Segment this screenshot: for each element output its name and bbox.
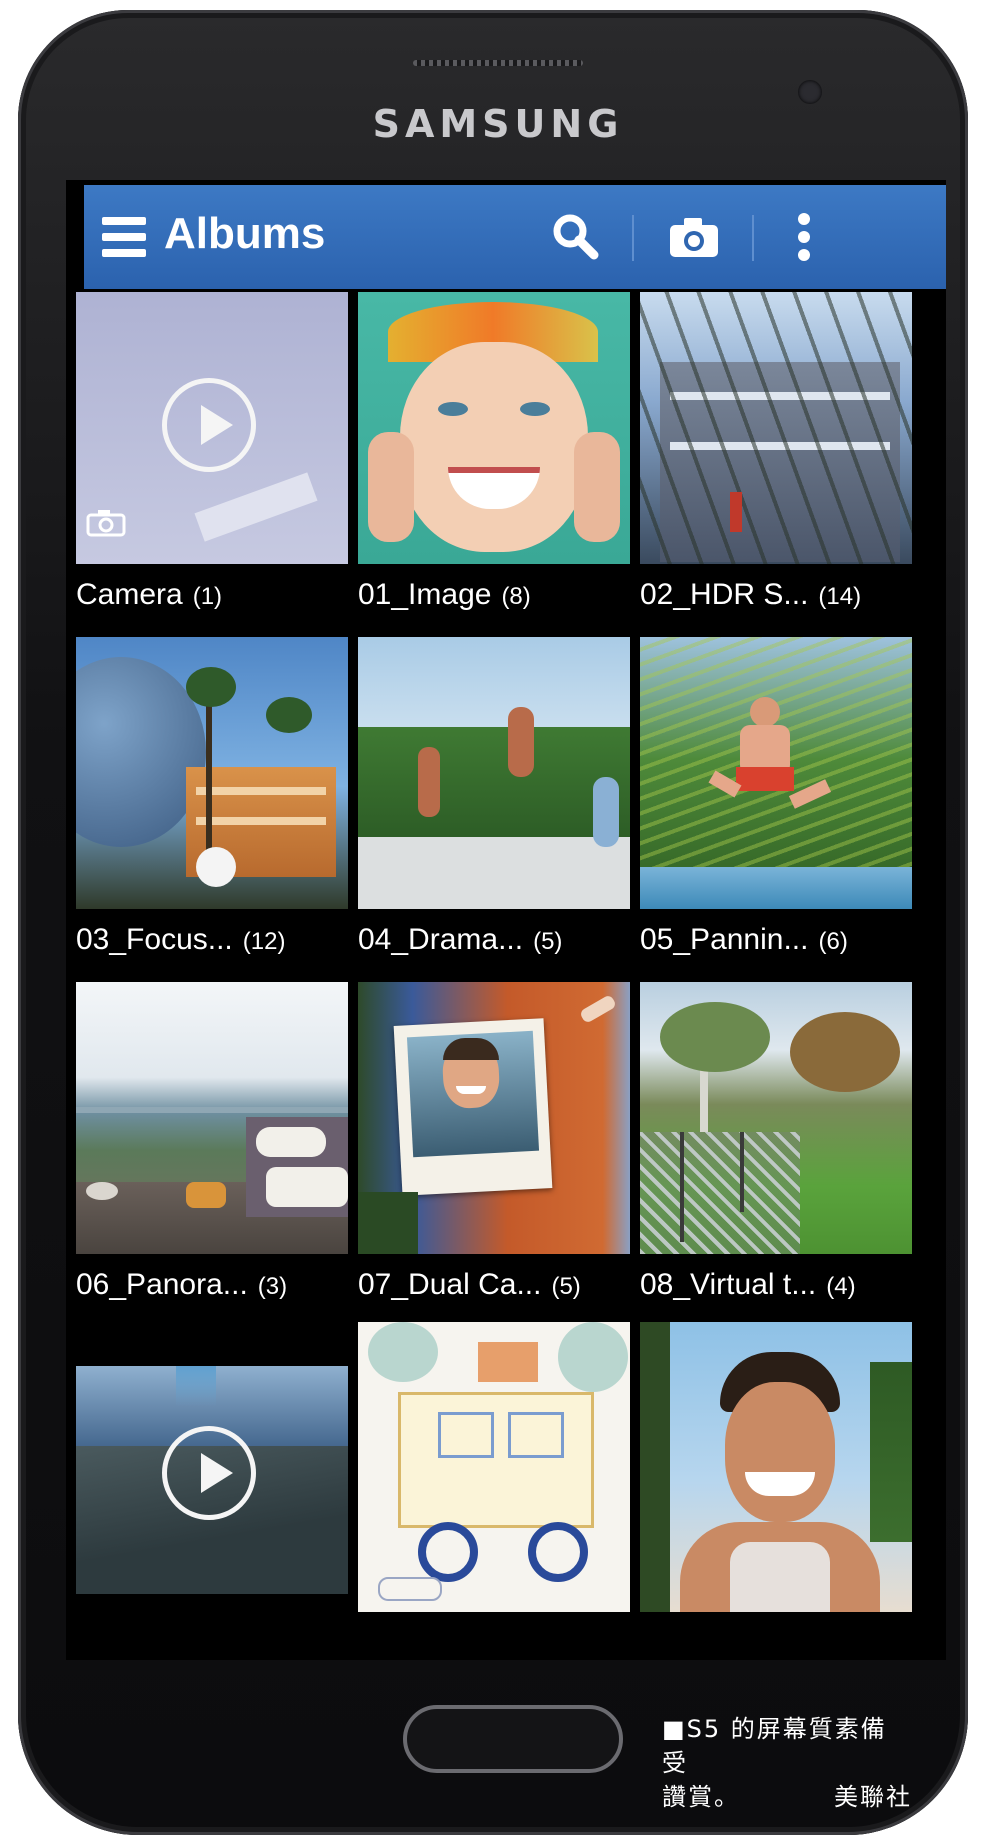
album-label: 07_Dual Ca... (5): [358, 1268, 581, 1301]
album-tile[interactable]: 08_Virtual t... (4): [640, 982, 912, 1302]
photo-credit: 美聯社: [834, 1783, 912, 1811]
phone-screen: Albums Camera (1) 01_Image (8) 02_HDR S.…: [66, 180, 946, 1660]
album-thumbnail: [640, 292, 912, 564]
album-tile[interactable]: 06_Panora... (3): [76, 982, 348, 1302]
home-button[interactable]: [403, 1705, 623, 1773]
album-tile[interactable]: Camera (1): [76, 292, 348, 612]
album-tile[interactable]: 01_Image (8): [358, 292, 630, 612]
divider: [632, 215, 634, 261]
album-tile[interactable]: 02_HDR S... (14): [640, 292, 912, 612]
camera-icon[interactable]: [664, 207, 724, 267]
album-thumbnail: [640, 637, 912, 909]
album-thumbnail: [76, 1366, 348, 1594]
album-label: 08_Virtual t... (4): [640, 1268, 856, 1301]
album-tile[interactable]: 03_Focus... (12): [76, 637, 348, 957]
album-thumbnail: [358, 292, 630, 564]
caption-line-2: 讚賞。 美聯社: [662, 1780, 912, 1814]
album-label: 01_Image (8): [358, 578, 531, 611]
search-icon[interactable]: [546, 207, 606, 267]
album-label: Camera (1): [76, 578, 223, 611]
album-tile[interactable]: [76, 1322, 348, 1594]
front-camera: [798, 80, 822, 104]
divider: [752, 215, 754, 261]
album-grid: Camera (1) 01_Image (8) 02_HDR S... (14)…: [76, 292, 946, 1660]
album-label: 04_Drama... (5): [358, 923, 563, 956]
album-tile[interactable]: 05_Pannin... (6): [640, 637, 912, 957]
album-tile[interactable]: 04_Drama... (5): [358, 637, 630, 957]
brand-logo: SAMSUNG: [372, 102, 624, 146]
play-icon: [162, 378, 256, 472]
album-thumbnail: [358, 982, 630, 1254]
photo-caption: ■S5 的屏幕質素備受 讚賞。 美聯社: [662, 1712, 912, 1814]
album-thumbnail: [640, 1322, 912, 1612]
album-thumbnail: [76, 292, 348, 564]
phone-body: SAMSUNG Albums Camera (1) 01_Image (8) 0…: [18, 10, 968, 1835]
album-thumbnail: [76, 637, 348, 909]
album-thumbnail: [358, 1322, 630, 1612]
camera-badge-icon: [86, 510, 126, 537]
menu-icon[interactable]: [102, 217, 146, 257]
album-thumbnail: [640, 982, 912, 1254]
album-thumbnail: [358, 637, 630, 909]
album-thumbnail: [76, 982, 348, 1254]
earpiece-speaker: [413, 60, 583, 66]
album-label: 02_HDR S... (14): [640, 578, 862, 611]
overflow-menu-icon[interactable]: [774, 207, 834, 267]
action-bar: Albums: [84, 185, 946, 289]
album-tile[interactable]: 07_Dual Ca... (5): [358, 982, 630, 1302]
album-tile[interactable]: [358, 1322, 630, 1612]
album-label: 03_Focus... (12): [76, 923, 286, 956]
album-label: 05_Pannin... (6): [640, 923, 848, 956]
page-title: Albums: [164, 209, 326, 258]
caption-line-1: ■S5 的屏幕質素備受: [662, 1715, 887, 1777]
album-tile[interactable]: [640, 1322, 912, 1612]
play-icon: [162, 1426, 256, 1520]
album-label: 06_Panora... (3): [76, 1268, 288, 1301]
